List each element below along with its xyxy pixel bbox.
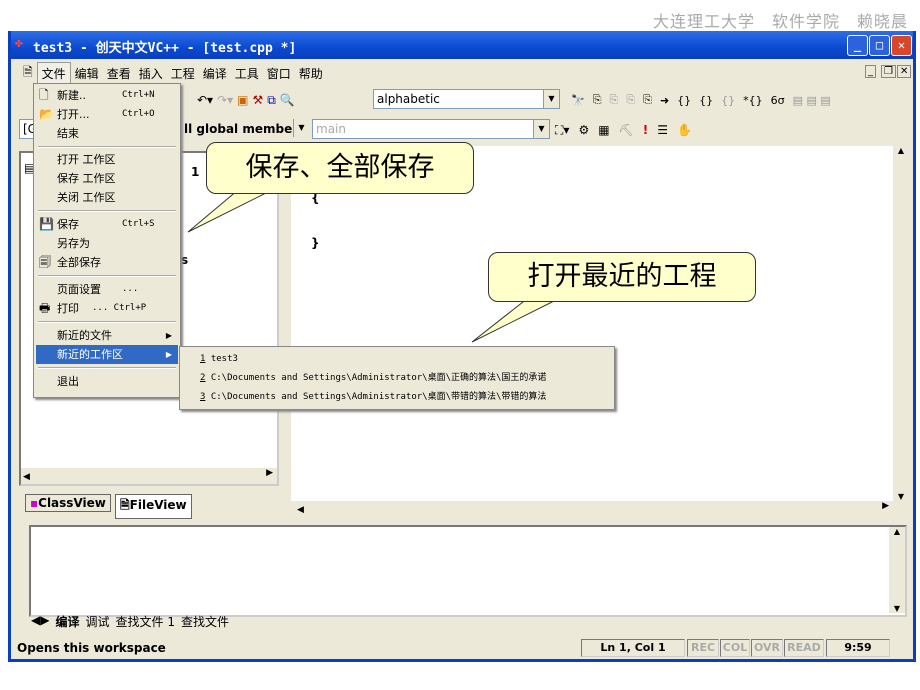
callout-pointers	[187, 189, 561, 343]
save-callout-pointer	[187, 189, 273, 233]
save-callout: 保存、全部保存	[206, 142, 474, 194]
recent-callout: 打开最近的工程	[488, 252, 756, 302]
recent-callout-pointer	[471, 297, 561, 343]
